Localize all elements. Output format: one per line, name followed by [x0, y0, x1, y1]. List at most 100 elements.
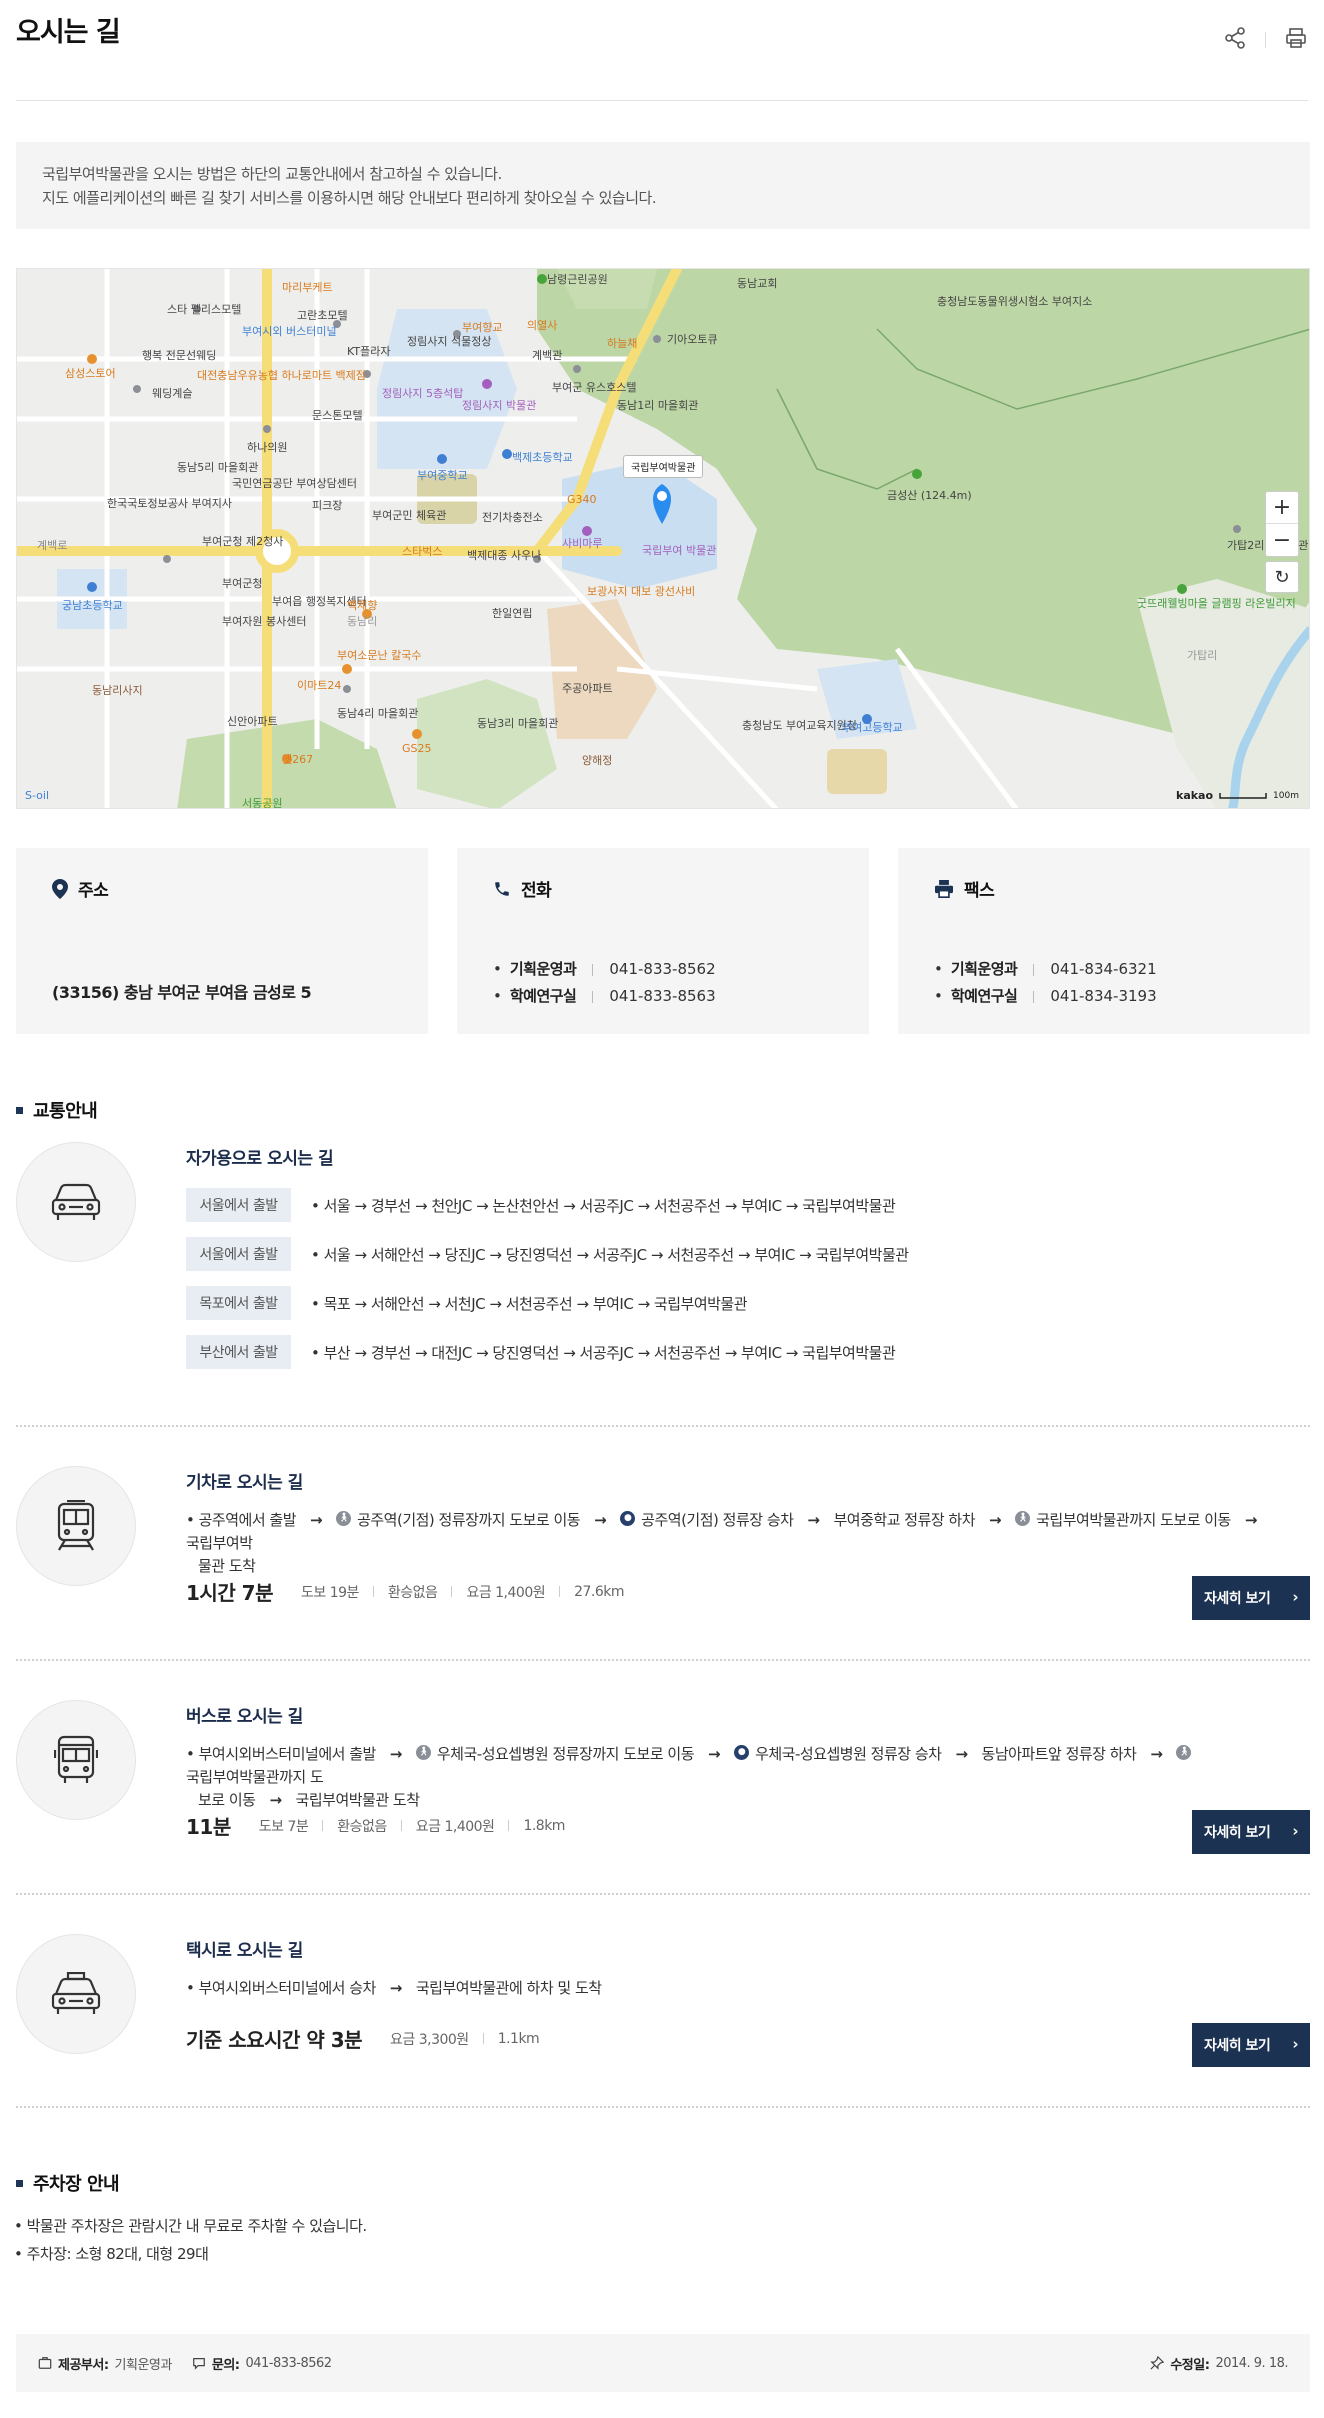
- share-icon[interactable]: [1223, 26, 1247, 54]
- map-label: 양해정: [582, 753, 612, 767]
- train-icon-circle: [16, 1466, 136, 1586]
- taxi-icon-circle: [16, 1934, 136, 2054]
- section-divider: [16, 2106, 1310, 2108]
- phone-card: 전화 • 기획운영과 041-833-8562 • 학예연구실 041-833-8563: [457, 848, 869, 1034]
- map-label: 국립부여 박물관: [642, 544, 716, 557]
- taxi-title: 택시로 오시는 길: [186, 1941, 303, 1961]
- step-text: 우체국-성요셉병원 정류장 승차: [755, 1745, 942, 1763]
- distance: 27.6km: [574, 1583, 625, 1600]
- car-route-row: 서울에서 출발 • 서울 → 서해안선 → 당진JC → 당진영덕선 → 서공주J…: [186, 1237, 909, 1271]
- map-label: 궁남초등학교: [62, 599, 123, 612]
- train-steps: • 공주역에서 출발 → 🚶︎ 공주역(기점) 정류장까지 도보로 이동 → ● 공주역(기…: [186, 1509, 1310, 1578]
- phone-number[interactable]: 041-833-8562: [609, 956, 715, 983]
- route-tag: 목포에서 출발: [186, 1286, 291, 1320]
- fax-row: • 학예연구실 041-834-3193: [934, 983, 1157, 1010]
- step-text: 국립부여박물관 도착: [295, 1791, 420, 1809]
- bus-stop-icon: ●: [734, 1745, 750, 1760]
- map[interactable]: 남령근린공원 동남교회 충청남도동물위생시험소 부여지소 스타 펠리스모텔 마리…: [16, 268, 1310, 809]
- traffic-heading: 교통안내: [16, 1097, 98, 1123]
- map-label: 충청남도동물위생시험소 부여지소: [937, 295, 1092, 308]
- fax-row: • 기획운영과 041-834-6321: [934, 956, 1157, 983]
- map-label: 부여고등학교: [842, 721, 903, 734]
- step-text: 국립부여박물관에 하차 및 도착: [415, 1979, 602, 1997]
- walk-icon: 🚶︎: [336, 1511, 352, 1526]
- chevron-right-icon: ›: [1292, 1588, 1298, 1606]
- pin-icon: [1150, 2356, 1165, 2370]
- map-label: 동남5리 마을회관: [177, 461, 258, 474]
- map-label: 전기차충전소: [482, 511, 543, 524]
- bus-stop-icon: ●: [620, 1511, 636, 1526]
- phone-row: • 기획운영과 041-833-8562: [493, 956, 716, 983]
- map-label: 한일연립: [492, 606, 532, 620]
- route-tag: 서울에서 출발: [186, 1188, 291, 1222]
- zoom-in-button[interactable]: +: [1266, 492, 1298, 524]
- map-marker-label: 국립부여박물관: [623, 455, 704, 478]
- car-title: 자가용으로 오시는 길: [186, 1149, 334, 1169]
- zoom-control: + −: [1265, 491, 1299, 557]
- map-scale: 100m: [1273, 790, 1299, 801]
- map-label: 행복 전문선웨딩: [142, 349, 216, 362]
- distance: 1.1km: [497, 2030, 540, 2047]
- map-label: S-oil: [25, 789, 49, 802]
- bus-detail-button[interactable]: 자세히 보기 ›: [1192, 1810, 1310, 1854]
- step-text: 부여중학교 정류장 하차: [833, 1511, 976, 1529]
- step-text: 공주역(기점) 정류장까지 도보로 이동: [357, 1511, 581, 1529]
- footer-updated: 수정일: 2014. 9. 18.: [1150, 2354, 1288, 2373]
- train-title: 기차로 오시는 길: [186, 1473, 303, 1493]
- page-footer: 제공부서: 기획운영과 문의: 041-833-8562 수정일: 2014. 9. …: [16, 2334, 1310, 2392]
- map-label: 굿뜨래웰빙마을 글램핑 라온빌리지: [1137, 597, 1296, 610]
- phone-icon: [495, 881, 509, 896]
- map-label: 마리부케트: [282, 281, 333, 294]
- map-label: GS25: [402, 742, 432, 755]
- refresh-icon[interactable]: ↻: [1265, 561, 1299, 593]
- route-tag: 서울에서 출발: [186, 1237, 291, 1271]
- map-label: 부여중학교: [417, 469, 468, 482]
- section-divider: [16, 1659, 1310, 1661]
- footer-department: 제공부서: 기획운영과: [38, 2354, 172, 2373]
- address-value: (33156) 충남 부여군 부여읍 금성로 5: [52, 983, 312, 1002]
- map-label: 기아오토큐: [667, 333, 718, 346]
- fax-list: • 기획운영과 041-834-6321 • 학예연구실 041-834-3193: [934, 956, 1157, 1010]
- footer-contact: 문의: 041-833-8562: [192, 2354, 332, 2373]
- phone-title: 전화: [493, 876, 833, 901]
- print-icon[interactable]: [1284, 26, 1308, 54]
- footer-value: 2014. 9. 18.: [1215, 2355, 1288, 2371]
- map-label: 부여소문난 칼국수: [337, 649, 421, 662]
- footer-label: 수정일:: [1170, 2357, 1210, 2373]
- step-text: 부여시외버스터미널에서 출발: [198, 1745, 377, 1763]
- map-label: 정림사지 박물관: [462, 399, 536, 412]
- footer-label: 제공부서:: [58, 2357, 109, 2373]
- map-label: 의열사: [527, 319, 557, 332]
- map-label: 부여군청 제2청사: [202, 535, 283, 548]
- car-route-row: 목포에서 출발 • 목포 → 서해안선 → 서천JC → 서천공주선 → 부여IC…: [186, 1286, 748, 1320]
- fax-label: 학예연구실: [950, 987, 1018, 1005]
- chevron-right-icon: ›: [1292, 1822, 1298, 1840]
- train-detail-button[interactable]: 자세히 보기 ›: [1192, 1576, 1310, 1620]
- map-label: 부여향교: [462, 321, 502, 334]
- map-label: 남령근린공원: [547, 273, 608, 286]
- fax-title: 팩스: [934, 876, 1274, 901]
- travel-time: 1시간 7분: [186, 1581, 274, 1605]
- taxi-summary: 기준 소요시간 약 3분 요금 3,300원 1.1km: [186, 2024, 540, 2053]
- button-label: 자세히 보기: [1204, 2038, 1271, 2054]
- taxi-detail-button[interactable]: 자세히 보기 ›: [1192, 2023, 1310, 2067]
- map-canvas[interactable]: 남령근린공원 동남교회 충청남도동물위생시험소 부여지소 스타 펠리스모텔 마리…: [17, 269, 1310, 809]
- step-text: 국립부여박물관까지 도: [186, 1768, 324, 1786]
- route-text: • 목포 → 서해안선 → 서천JC → 서천공주선 → 부여IC → 국립부여…: [311, 1294, 748, 1313]
- parking-heading: 주차장 안내: [16, 2170, 120, 2196]
- map-label: 웨딩계슬: [152, 387, 192, 400]
- walk-time: 도보 19분: [301, 1584, 359, 1601]
- zoom-out-button[interactable]: −: [1266, 524, 1298, 556]
- map-label: 국민연금공단 부여상담센터: [232, 477, 357, 490]
- button-label: 자세히 보기: [1204, 1825, 1271, 1841]
- travel-time: 기준 소요시간 약 3분: [186, 2028, 363, 2052]
- intro-box: 국립부여박물관을 오시는 방법은 하단의 교통안내에서 참고하실 수 있습니다.…: [16, 142, 1310, 229]
- transfer-info: 환승없음: [387, 1584, 438, 1601]
- map-label: 동남3리 마을회관: [477, 717, 558, 730]
- phone-label: 기획운영과: [509, 960, 577, 978]
- phone-number[interactable]: 041-833-8563: [609, 983, 715, 1010]
- car-icon-circle: [16, 1142, 136, 1262]
- phone-row: • 학예연구실 041-833-8563: [493, 983, 716, 1010]
- map-label: 동남교회: [737, 277, 777, 290]
- bus-summary: 11분 도보 7분 환승없음 요금 1,400원 1.8km: [186, 1811, 565, 1840]
